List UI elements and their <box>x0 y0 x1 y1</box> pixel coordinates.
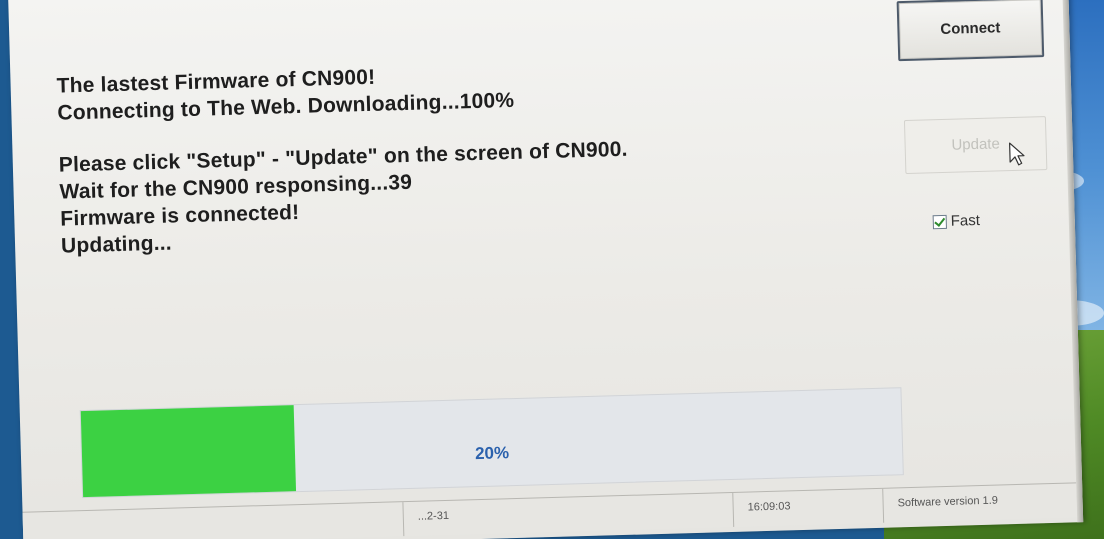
fast-checkbox[interactable] <box>932 214 947 229</box>
status-date: ...2-31 <box>402 492 734 537</box>
update-progress-bar: 20% <box>79 387 904 499</box>
firmware-updater-window: The lastest Firmware of CN900! Connectin… <box>8 0 1084 539</box>
status-time: 16:09:03 <box>732 488 884 527</box>
connect-button[interactable]: Connect <box>896 0 1045 62</box>
mouse-pointer-icon <box>1009 142 1025 166</box>
fast-label: Fast <box>950 211 981 230</box>
fast-option[interactable]: Fast <box>932 211 981 230</box>
update-log: The lastest Firmware of CN900! Connectin… <box>56 57 630 260</box>
status-version: Software version 1.9 <box>882 483 1078 523</box>
screen-photo: The lastest Firmware of CN900! Connectin… <box>0 0 1104 539</box>
